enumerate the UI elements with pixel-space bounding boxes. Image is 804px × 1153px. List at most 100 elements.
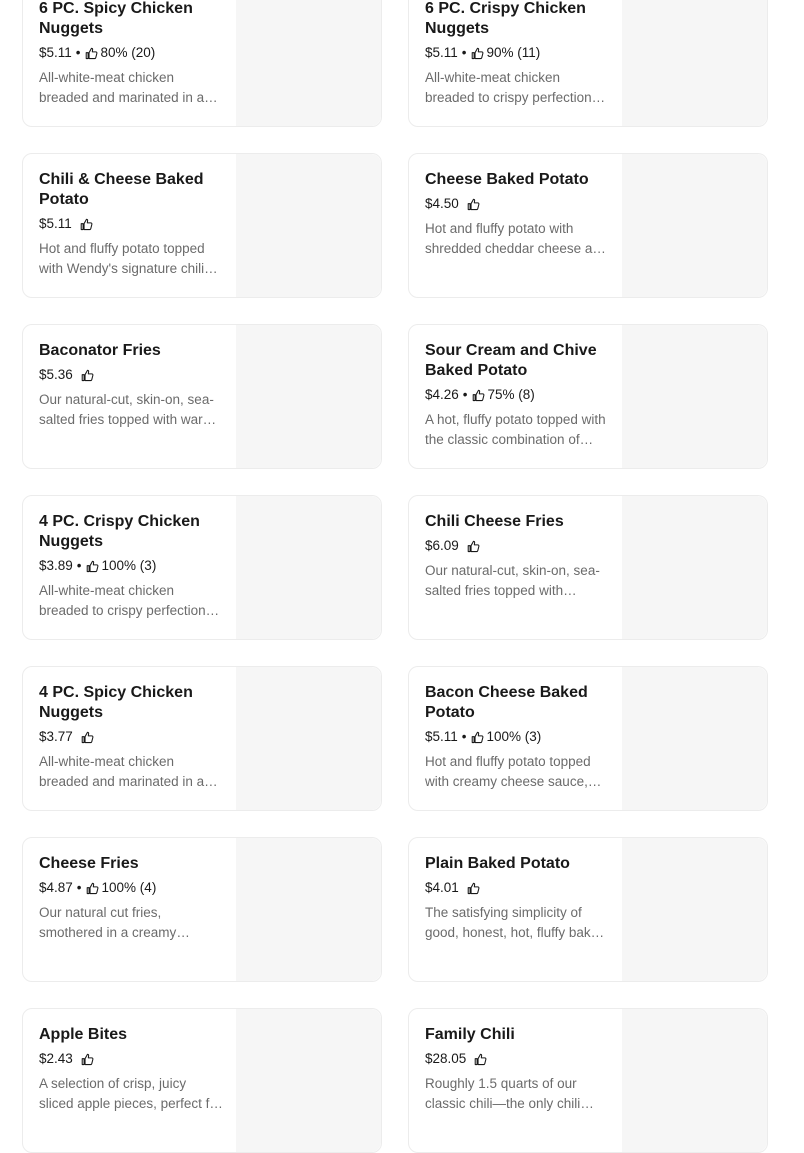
menu-item-image xyxy=(622,154,767,297)
menu-item-rating xyxy=(73,1053,97,1066)
menu-item-rating: • 100% (3) xyxy=(73,557,157,575)
menu-item-info: Chili Cheese Fries $6.09 Our natural-cut… xyxy=(425,512,609,601)
menu-item-price: $5.36 xyxy=(39,367,73,382)
thumbs-up-icon xyxy=(474,1053,487,1065)
rating-text: 75% (8) xyxy=(487,387,535,402)
thumbs-up-icon xyxy=(85,47,97,59)
thumbs-up-icon xyxy=(80,218,93,230)
menu-item-meta: $5.11 • 100% (3) xyxy=(425,728,609,746)
meta-separator: • xyxy=(76,558,82,573)
menu-item-card[interactable]: Chili & Cheese Baked Potato $5.11 Hot an… xyxy=(22,153,382,298)
menu-item-price: $5.11 xyxy=(39,216,72,231)
menu-item-image xyxy=(622,1009,767,1152)
menu-item-info: Apple Bites $2.43 A selection of crisp, … xyxy=(39,1025,223,1114)
menu-item-info: 6 PC. Spicy Chicken Nuggets $5.11 • 80% … xyxy=(39,0,223,108)
rating-text: 100% (3) xyxy=(486,729,542,744)
menu-item-meta: $5.36 xyxy=(39,366,223,384)
menu-item-info: Cheese Baked Potato $4.50 Hot and fluffy… xyxy=(425,170,609,259)
menu-item-name: Family Chili xyxy=(425,1026,515,1043)
menu-item-meta: $6.09 xyxy=(425,537,609,555)
menu-item-price: $4.01 xyxy=(425,880,459,895)
menu-item-card[interactable]: 4 PC. Spicy Chicken Nuggets $3.77 All-wh… xyxy=(22,666,382,811)
menu-item-card[interactable]: Bacon Cheese Baked Potato $5.11 • 100% (… xyxy=(408,666,768,811)
menu-item-image xyxy=(236,154,381,297)
meta-separator: • xyxy=(461,45,467,60)
menu-item-price: $2.43 xyxy=(39,1051,73,1066)
menu-item-rating xyxy=(72,218,96,231)
menu-item-card[interactable]: Cheese Fries $4.87 • 100% (4) Our natura… xyxy=(22,837,382,982)
menu-item-card[interactable]: Family Chili $28.05 Roughly 1.5 quarts o… xyxy=(408,1008,768,1153)
menu-item-card[interactable]: Apple Bites $2.43 A selection of crisp, … xyxy=(22,1008,382,1153)
menu-item-meta: $5.11 • 90% (11) xyxy=(425,44,609,62)
thumbs-up-icon xyxy=(471,731,483,743)
menu-item-meta: $28.05 xyxy=(425,1050,609,1068)
thumbs-up-icon xyxy=(467,540,480,552)
menu-item-price: $5.11 xyxy=(425,45,458,60)
menu-item-price: $3.89 xyxy=(39,558,73,573)
menu-item-description: Roughly 1.5 quarts of our classic chili—… xyxy=(425,1076,581,1111)
menu-item-name: Baconator Fries xyxy=(39,342,161,359)
menu-item-info: 4 PC. Crispy Chicken Nuggets $3.89 • 100… xyxy=(39,512,223,621)
menu-item-meta: $2.43 xyxy=(39,1050,223,1068)
menu-item-rating: • 90% (11) xyxy=(458,44,541,62)
menu-item-card[interactable]: Cheese Baked Potato $4.50 Hot and fluffy… xyxy=(408,153,768,298)
menu-item-image xyxy=(622,496,767,639)
menu-item-name: 6 PC. Crispy Chicken Nuggets xyxy=(425,0,586,37)
menu-item-info: Bacon Cheese Baked Potato $5.11 • 100% (… xyxy=(425,683,609,792)
menu-item-image xyxy=(236,496,381,639)
menu-item-info: Chili & Cheese Baked Potato $5.11 Hot an… xyxy=(39,170,223,279)
menu-item-rating xyxy=(459,198,483,211)
menu-item-description: All-white-meat chicken breaded and marin… xyxy=(39,70,205,105)
menu-item-card[interactable]: Chili Cheese Fries $6.09 Our natural-cut… xyxy=(408,495,768,640)
thumbs-up-icon xyxy=(81,731,94,743)
menu-item-name: Cheese Baked Potato xyxy=(425,171,589,188)
menu-item-description: All-white-meat chicken breaded and marin… xyxy=(39,754,205,789)
thumbs-up-icon xyxy=(81,369,94,381)
meta-separator: • xyxy=(75,45,81,60)
menu-item-rating xyxy=(73,369,97,382)
menu-item-price: $6.09 xyxy=(425,538,459,553)
menu-item-description: All-white-meat chicken breaded to crispy… xyxy=(425,70,592,105)
thumbs-up-icon xyxy=(86,882,98,894)
menu-item-name: Apple Bites xyxy=(39,1026,128,1043)
menu-item-meta: $3.77 xyxy=(39,728,223,746)
menu-item-price: $28.05 xyxy=(425,1051,467,1066)
menu-item-image xyxy=(236,838,381,981)
menu-item-card[interactable]: Sour Cream and Chive Baked Potato $4.26 … xyxy=(408,324,768,469)
menu-item-name: Chili & Cheese Baked Potato xyxy=(39,171,204,208)
menu-item-rating: • 100% (4) xyxy=(73,879,157,897)
thumbs-up-icon xyxy=(467,198,480,210)
menu-item-name: 4 PC. Spicy Chicken Nuggets xyxy=(39,684,193,721)
menu-item-description: Our natural cut fries, smothered in a cr… xyxy=(39,905,177,940)
menu-item-info: 4 PC. Spicy Chicken Nuggets $3.77 All-wh… xyxy=(39,683,223,792)
menu-item-meta: $4.50 xyxy=(425,195,609,213)
menu-item-card[interactable]: 6 PC. Spicy Chicken Nuggets $5.11 • 80% … xyxy=(22,0,382,127)
menu-item-image xyxy=(236,1009,381,1152)
menu-item-image xyxy=(622,325,767,468)
menu-item-name: Cheese Fries xyxy=(39,855,139,872)
menu-item-card[interactable]: Plain Baked Potato $4.01 The satisfying … xyxy=(408,837,768,982)
menu-item-price: $5.11 xyxy=(39,45,72,60)
menu-item-card[interactable]: 6 PC. Crispy Chicken Nuggets $5.11 • 90%… xyxy=(408,0,768,127)
menu-item-card[interactable]: 4 PC. Crispy Chicken Nuggets $3.89 • 100… xyxy=(22,495,382,640)
menu-item-rating: • 80% (20) xyxy=(72,44,156,62)
menu-item-info: 6 PC. Crispy Chicken Nuggets $5.11 • 90%… xyxy=(425,0,609,108)
menu-item-name: Sour Cream and Chive Baked Potato xyxy=(425,342,597,379)
menu-item-rating xyxy=(459,882,483,895)
menu-item-description: A selection of crisp, juicy sliced apple… xyxy=(39,1076,222,1111)
menu-item-description: Our natural-cut, skin-on, sea-salted fri… xyxy=(39,392,214,427)
menu-item-meta: $5.11 • 80% (20) xyxy=(39,44,223,62)
menu-item-price: $4.87 xyxy=(39,880,73,895)
menu-item-image xyxy=(622,838,767,981)
menu-item-info: Cheese Fries $4.87 • 100% (4) Our natura… xyxy=(39,854,223,943)
menu-item-card[interactable]: Baconator Fries $5.36 Our natural-cut, s… xyxy=(22,324,382,469)
meta-separator: • xyxy=(76,880,82,895)
menu-item-name: Chili Cheese Fries xyxy=(425,513,564,530)
rating-text: 100% (4) xyxy=(101,880,157,895)
menu-item-image xyxy=(236,0,381,126)
rating-text: 100% (3) xyxy=(101,558,157,573)
rating-text: 80% (20) xyxy=(100,45,156,60)
menu-item-info: Baconator Fries $5.36 Our natural-cut, s… xyxy=(39,341,223,430)
menu-item-name: Bacon Cheese Baked Potato xyxy=(425,684,588,721)
menu-item-rating: • 75% (8) xyxy=(459,386,535,404)
